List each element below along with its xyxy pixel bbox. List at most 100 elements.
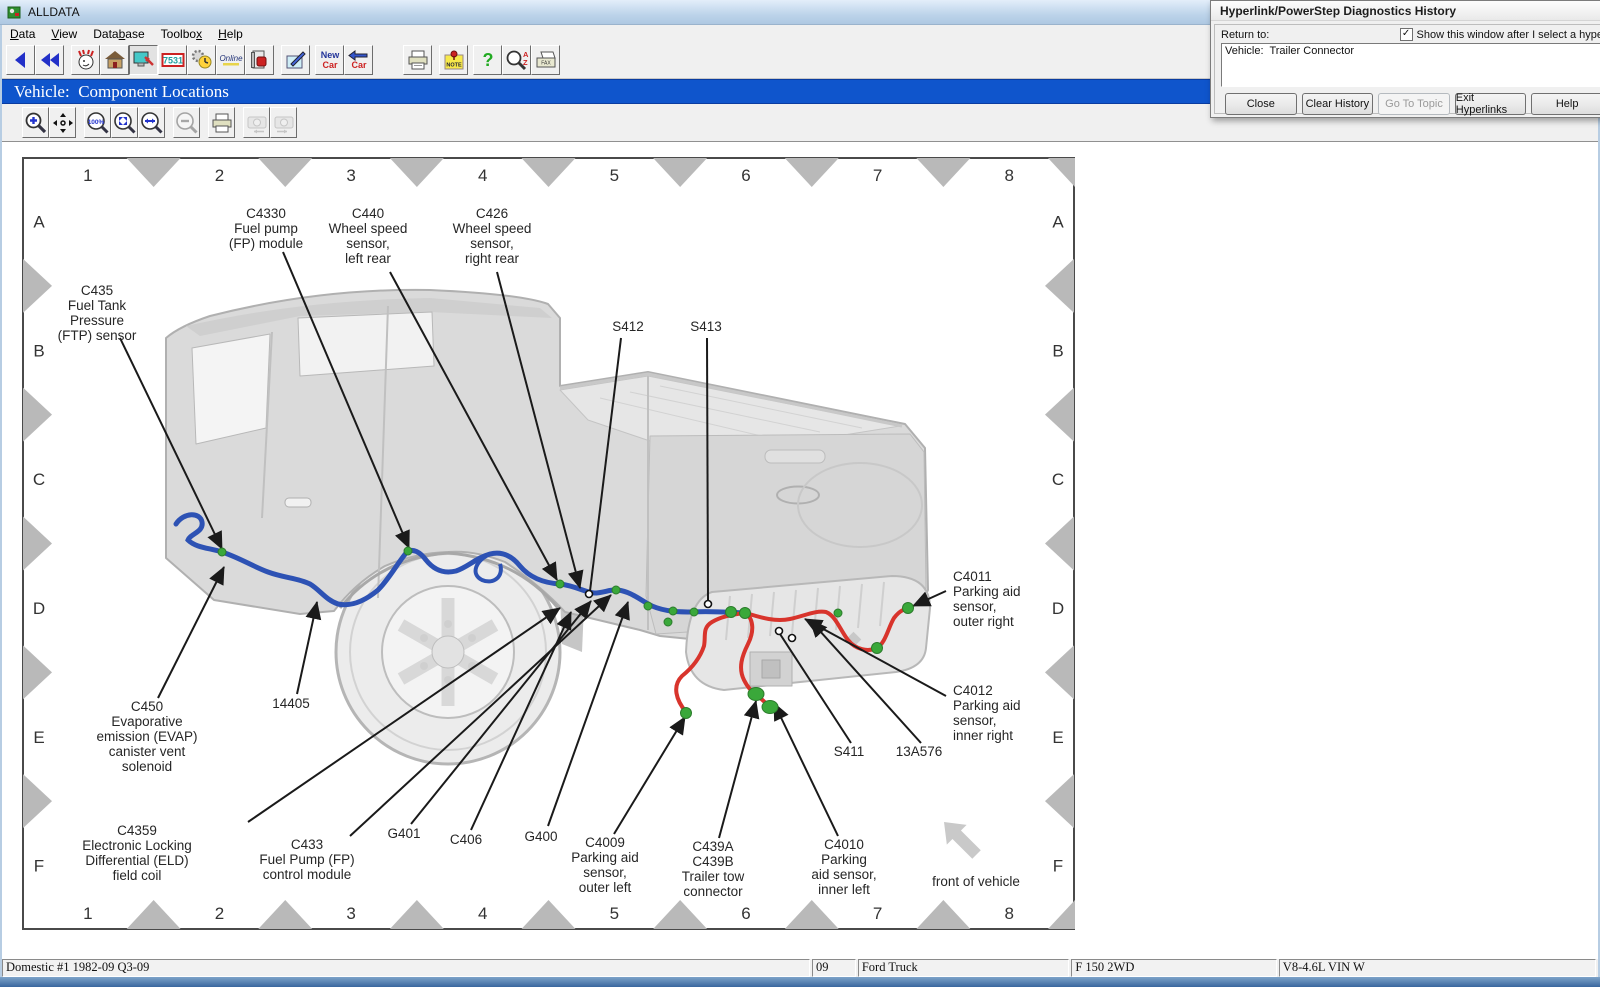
zoom-fit-icon [113, 111, 137, 135]
connector-dot [726, 607, 737, 618]
callout-leader-s413 [707, 338, 708, 600]
connector-dot [834, 609, 842, 617]
hyperlink-history-dialog: Hyperlink/PowerStep Diagnostics History … [1210, 0, 1600, 118]
callout-c440: left rear [345, 251, 391, 266]
callout-c433: C433 [291, 837, 323, 852]
menu-view[interactable]: View [43, 26, 85, 42]
zoom-fit-button[interactable] [111, 107, 138, 138]
new-car-icon: New Car [317, 49, 343, 71]
go-to-topic-button: Go To Topic [1378, 93, 1450, 115]
component-locations-diagram: 1122334455667788AABBCCDDEEFFC435Fuel Tan… [22, 157, 1075, 930]
menu-toolbox[interactable]: Toolbox [153, 26, 210, 42]
show-window-checkbox[interactable]: ✓ [1400, 28, 1413, 41]
grid-row-label: C [1052, 470, 1064, 489]
odometer-button[interactable]: 7531 [158, 45, 187, 75]
splice-point [776, 628, 783, 635]
grid-column-label: 7 [873, 166, 882, 185]
printer-icon [406, 49, 430, 71]
status-bar: Domestic #1 1982-09 Q3-0909Ford TruckF 1… [2, 959, 1598, 977]
print-button[interactable] [403, 45, 432, 75]
callout-c4011: C4011 [953, 569, 992, 584]
fax-icon: FAX [534, 49, 558, 71]
grid-row-label: F [1053, 857, 1063, 876]
splice-point [789, 635, 796, 642]
svg-text:?: ? [482, 50, 493, 70]
help-button[interactable]: Help [1531, 93, 1600, 115]
callout-c435: Fuel Tank [68, 298, 127, 313]
print-graphic-button[interactable] [208, 107, 235, 138]
camera-right-icon [272, 111, 296, 135]
new-car-button[interactable]: New Car [315, 45, 344, 75]
svg-text:Z: Z [523, 58, 528, 67]
previous-car-button[interactable]: Car [344, 45, 373, 75]
diagnostics-button[interactable] [129, 45, 158, 75]
menu-database[interactable]: Database [85, 26, 152, 42]
connector-dot [669, 607, 677, 615]
back-button[interactable] [6, 45, 35, 75]
online-button[interactable]: Online [216, 45, 245, 75]
callout-c4359: field coil [113, 868, 162, 883]
callout-c4012: sensor, [953, 713, 997, 728]
grid-column-label: 4 [478, 166, 487, 185]
notes-button[interactable] [281, 45, 310, 75]
callout-c4012: Parking aid [953, 698, 1021, 713]
history-item[interactable]: Vehicle: Trailer Connector [1225, 45, 1599, 57]
grid-row-label: A [33, 212, 45, 231]
callout-g401: G401 [387, 826, 420, 841]
zoom-width-button[interactable] [138, 107, 165, 138]
grid-column-label: 2 [215, 166, 224, 185]
history-listbox[interactable]: Vehicle: Trailer Connector [1221, 43, 1600, 87]
pan-button[interactable] [49, 107, 76, 138]
svg-text:Online: Online [219, 54, 243, 63]
help-button[interactable]: ? [473, 45, 502, 75]
zoom-100-button[interactable]: 100% [84, 107, 111, 138]
connector-dot [740, 608, 751, 619]
document-viewport[interactable]: 1122334455667788AABBCCDDEEFFC435Fuel Tan… [2, 142, 1598, 959]
callout-c4010: inner left [818, 882, 870, 897]
callout-wire14405: 14405 [272, 696, 310, 711]
online-icon: Online [219, 49, 243, 71]
search-az-button[interactable]: A Z [502, 45, 531, 75]
printer-icon [210, 111, 234, 135]
customer-button[interactable] [71, 45, 100, 75]
exit-hyperlinks-button[interactable]: Exit Hyperlinks [1455, 93, 1527, 115]
splice-point [586, 591, 593, 598]
status-segment: F 150 2WD [1071, 959, 1276, 977]
callout-c4330: C4330 [246, 206, 286, 221]
svg-text:NOTE: NOTE [446, 63, 462, 69]
callout-c4011: sensor, [953, 599, 997, 614]
camera-left-icon [245, 111, 269, 135]
window-bottom-border [0, 977, 1600, 987]
home-button[interactable] [100, 45, 129, 75]
service-intervals-button[interactable] [187, 45, 216, 75]
close-button[interactable]: Close [1225, 93, 1297, 115]
parts-book-icon [248, 49, 272, 71]
callout-g400: G400 [524, 829, 557, 844]
callout-wire13a576: 13A576 [896, 744, 943, 759]
fax-button[interactable]: FAX [531, 45, 560, 75]
grid-row-label: A [1052, 212, 1064, 231]
hot-note-icon: NOTE [442, 49, 466, 71]
odometer-icon: 7531 [161, 49, 185, 71]
callout-c450: Evaporative [111, 714, 182, 729]
parts-catalog-button[interactable] [245, 45, 274, 75]
back-history-button[interactable] [35, 45, 64, 75]
callout-s413: S413 [690, 319, 722, 334]
zoom-out-button [173, 107, 200, 138]
callout-c440: sensor, [346, 236, 390, 251]
callout-c426: C426 [476, 206, 508, 221]
dialog-titlebar[interactable]: Hyperlink/PowerStep Diagnostics History [1211, 1, 1600, 21]
callout-c4009: sensor, [583, 865, 627, 880]
callout-c450: C450 [131, 699, 163, 714]
svg-text:7531: 7531 [162, 56, 182, 66]
double-back-arrow-icon [38, 49, 62, 71]
callout-c426: right rear [465, 251, 520, 266]
menu-data[interactable]: Data [2, 26, 43, 42]
callout-c4359: C4359 [117, 823, 157, 838]
svg-text:FAX: FAX [541, 61, 551, 67]
menu-help[interactable]: Help [210, 26, 251, 42]
grid-column-label: 5 [610, 904, 619, 923]
hot-note-button[interactable]: NOTE [439, 45, 468, 75]
zoom-in-button[interactable] [22, 107, 49, 138]
clear-history-button[interactable]: Clear History [1302, 93, 1374, 115]
